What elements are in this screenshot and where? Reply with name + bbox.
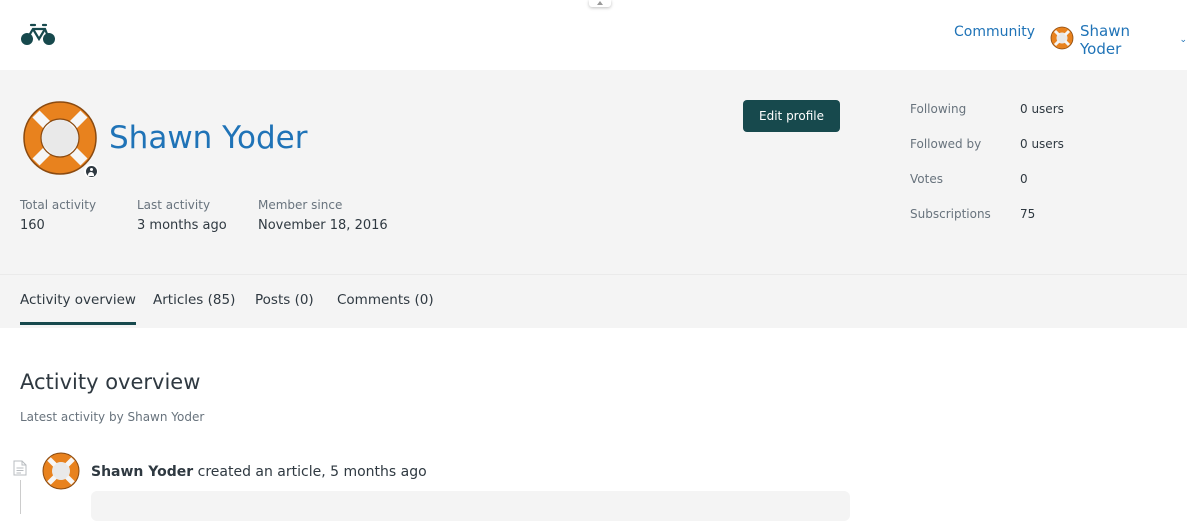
stat-value: November 18, 2016 [258, 218, 388, 233]
user-badge-icon [84, 164, 98, 178]
user-menu-name: Shawn Yoder [1080, 22, 1130, 58]
lifebuoy-icon [1050, 26, 1074, 54]
tab-posts[interactable]: Posts (0) [255, 292, 314, 308]
stat-value: 160 [20, 218, 45, 233]
section-title: Activity overview [20, 370, 201, 394]
profile-tabs: Activity overview Articles (85) Posts (0… [0, 274, 1187, 328]
chevron-down-icon: ⌄ [1179, 35, 1187, 45]
stat-value: 3 months ago [137, 218, 227, 233]
stat-member-since: Member since November 18, 2016 [258, 198, 388, 233]
activity-card[interactable] [91, 491, 850, 521]
stat-total-activity: Total activity 160 [20, 198, 96, 233]
stat-last-activity: Last activity 3 months ago [137, 198, 227, 233]
timeline-line [20, 480, 21, 514]
activity-author-link[interactable]: Shawn Yoder [91, 464, 193, 480]
edit-profile-button[interactable]: Edit profile [743, 100, 840, 132]
lifebuoy-icon[interactable] [42, 452, 80, 494]
stat-value[interactable]: 75 [1020, 207, 1035, 221]
activity-action: created an article, 5 months ago [193, 464, 427, 480]
activity-item-text: Shawn Yoder created an article, 5 months… [91, 464, 427, 480]
stat-value: 0 [1020, 172, 1028, 186]
stat-label: Subscriptions [910, 207, 991, 221]
tab-activity-overview[interactable]: Activity overview [20, 292, 136, 325]
stat-label: Total activity [20, 198, 97, 212]
stat-label: Member since [258, 198, 343, 212]
tab-articles[interactable]: Articles (85) [153, 292, 235, 308]
stat-value[interactable]: 0 users [1020, 102, 1064, 116]
tab-comments[interactable]: Comments (0) [337, 292, 434, 308]
stat-label: Last activity [137, 198, 211, 212]
stat-label: Following [910, 102, 967, 116]
bicycle-icon[interactable] [20, 20, 57, 51]
section-subtitle: Latest activity by Shawn Yoder [20, 410, 205, 424]
document-icon [13, 460, 27, 480]
user-menu[interactable]: Shawn Yoder ⌄ [1050, 22, 1187, 58]
stat-label: Votes [910, 172, 943, 186]
profile-name: Shawn Yoder [109, 120, 308, 156]
collapse-handle[interactable] [589, 0, 611, 7]
top-navigation: Community Shawn Yoder ⌄ [0, 0, 1187, 70]
stat-label: Followed by [910, 137, 982, 151]
stat-value[interactable]: 0 users [1020, 137, 1064, 151]
community-link[interactable]: Community [954, 24, 1035, 40]
